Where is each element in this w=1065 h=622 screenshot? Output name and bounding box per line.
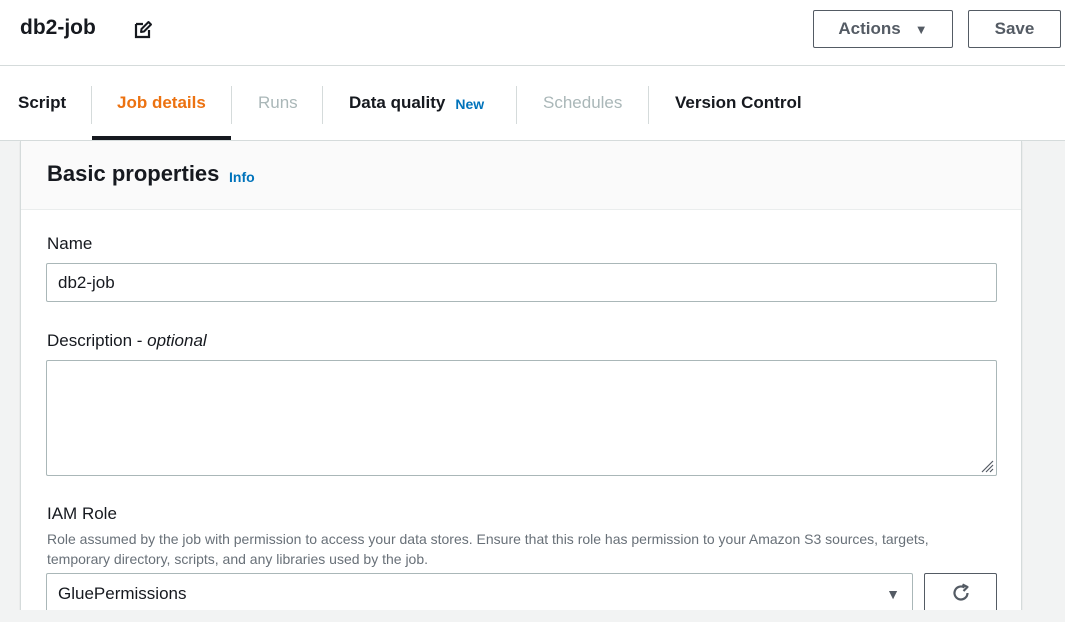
optional-label: optional <box>147 331 207 350</box>
tab-divider <box>648 86 649 124</box>
new-badge: New <box>455 96 485 112</box>
caret-down-icon: ▼ <box>914 21 928 37</box>
actions-button-label: Actions <box>838 19 901 38</box>
description-label: Description - optional <box>47 331 207 351</box>
save-button[interactable]: Save <box>968 10 1061 48</box>
resize-handle-icon[interactable] <box>978 457 994 473</box>
tab-divider <box>322 86 323 124</box>
tab-job-details[interactable]: Job details <box>92 66 231 140</box>
iam-role-description: Role assumed by the job with permission … <box>47 531 929 567</box>
tab-data-quality-label: Data quality <box>349 93 446 112</box>
tab-schedules: Schedules <box>543 93 623 112</box>
edit-icon[interactable] <box>132 19 154 41</box>
tab-script[interactable]: Script <box>18 66 66 140</box>
page-bottom-strip <box>0 610 1065 622</box>
tab-runs: Runs <box>258 93 298 112</box>
actions-button[interactable]: Actions ▼ <box>813 10 953 48</box>
tab-version-control[interactable]: Version Control <box>675 66 802 140</box>
description-textarea[interactable] <box>46 360 997 476</box>
name-label: Name <box>47 234 93 253</box>
tab-job-details-label: Job details <box>117 93 206 112</box>
basic-properties-panel: Basic properties Info Name Description -… <box>20 141 1022 622</box>
iam-role-selected: GluePermissions <box>58 584 187 603</box>
job-title: db2-job <box>20 16 96 39</box>
iam-role-label: IAM Role <box>47 504 117 523</box>
tab-divider <box>516 86 517 124</box>
tab-bar: Script Job details Runs Data quality New… <box>0 66 1065 141</box>
iam-role-select[interactable]: GluePermissions ▼ <box>46 573 913 613</box>
panel-header: Basic properties Info <box>21 141 1021 210</box>
refresh-button[interactable] <box>924 573 997 613</box>
caret-down-icon: ▼ <box>886 586 900 602</box>
tab-divider <box>231 86 232 124</box>
info-link[interactable]: Info <box>229 169 255 185</box>
tab-data-quality[interactable]: Data quality New <box>349 66 484 140</box>
panel-title: Basic properties <box>47 161 220 186</box>
description-label-text: Description - <box>47 331 148 350</box>
name-input[interactable] <box>46 263 997 302</box>
refresh-icon <box>952 583 969 601</box>
job-header: db2-job Actions ▼ Save <box>0 0 1065 66</box>
